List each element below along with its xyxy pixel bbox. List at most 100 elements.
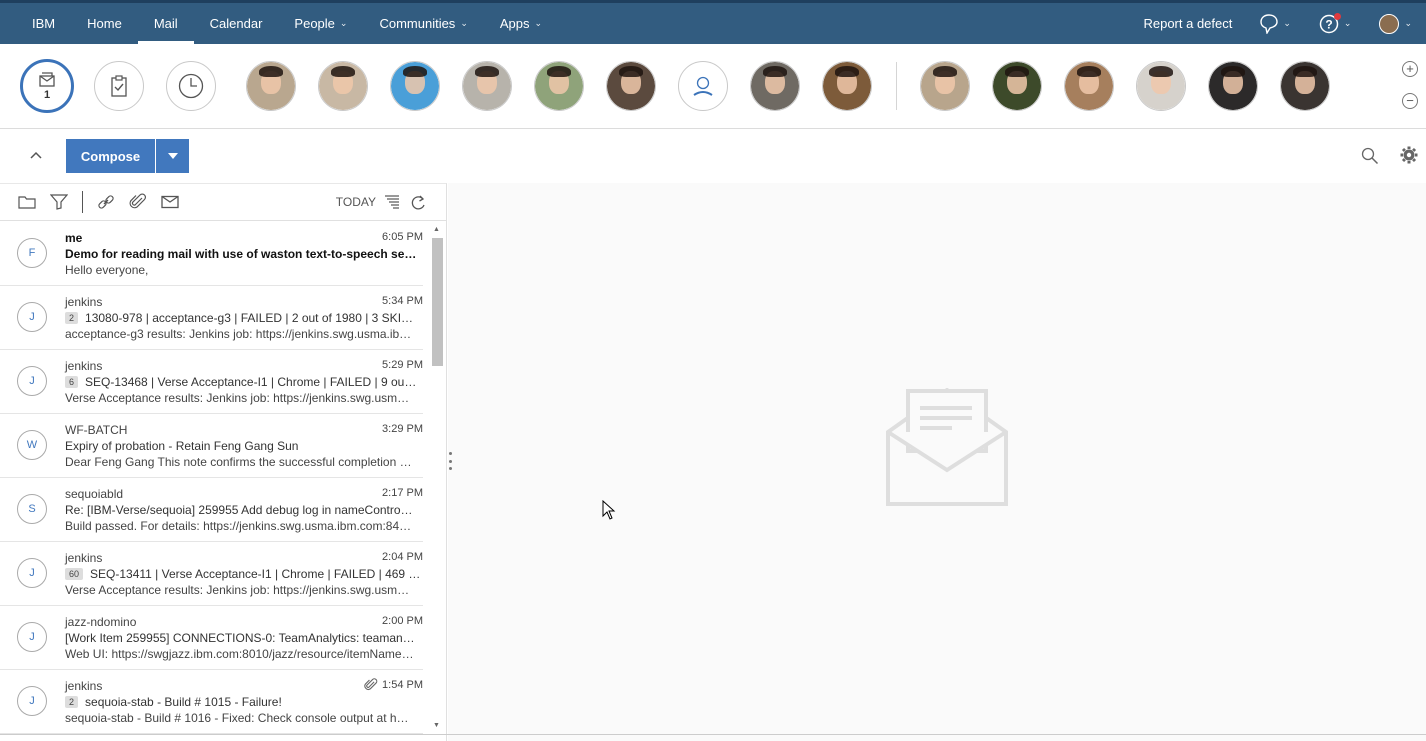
message-row[interactable]: Jjenkins 5:34 PM 2 13080-978 | acceptance-g…: [0, 286, 423, 350]
scroll-down-arrow[interactable]: ▼: [433, 722, 440, 729]
nav-item-label: People: [294, 16, 335, 31]
sender-avatar[interactable]: J: [17, 558, 47, 588]
unread-mail-button[interactable]: [161, 195, 179, 209]
nav-item-calendar[interactable]: Calendar: [194, 3, 279, 44]
nav-item-label: Home: [87, 16, 122, 31]
nav-item-apps[interactable]: Apps ⌄: [484, 3, 558, 44]
inbox-count: 1: [43, 89, 51, 101]
nav-items: IBM Home Mail Calendar People ⌄ Communities ⌄ Ap…: [16, 3, 558, 44]
nav-item-label: IBM: [32, 16, 56, 31]
nav-right: Report a defect ⌄ ? ⌄ ⌄: [1129, 3, 1426, 44]
chevron-down-icon: ⌄: [1343, 18, 1352, 28]
message-row[interactable]: Jjenkins 2:04 PM 60 SEQ-13411 | Verse Accep…: [0, 542, 423, 606]
nav-item-ibm[interactable]: IBM: [16, 3, 71, 44]
clock-icon: [178, 73, 204, 99]
sender-name: WF-BATCH: [65, 423, 128, 437]
subject-text: 13080-978 | acceptance-g3 | FAILED | 2 o…: [85, 311, 414, 325]
tasks-bubble[interactable]: [94, 61, 144, 111]
scrollbar-thumb[interactable]: [432, 238, 443, 366]
avatar-photo: [319, 62, 367, 110]
message-subject: Re: [IBM-Verse/sequoia] 259955 Add debug…: [65, 503, 421, 517]
sender-avatar[interactable]: J: [17, 686, 47, 716]
contact-placeholder-avatar[interactable]: [678, 61, 728, 111]
contact-avatar[interactable]: [992, 61, 1042, 111]
sender-name: jenkins: [65, 679, 103, 693]
contact-avatar[interactable]: [1280, 61, 1330, 111]
message-row[interactable]: Jjenkins 1:54 PM 2 sequoia-stab - Build # 1…: [0, 670, 423, 734]
clipboard-check-icon: [111, 75, 127, 97]
message-row[interactable]: Fme 6:05 PM Demo for reading mail with use…: [0, 222, 423, 286]
avatar-photo: [607, 62, 655, 110]
sender-name: jazz-ndomino: [65, 615, 137, 629]
user-menu-button[interactable]: ⌄: [1365, 3, 1426, 44]
chat-menu-button[interactable]: ⌄: [1246, 3, 1305, 44]
contact-avatar[interactable]: [1064, 61, 1114, 111]
nav-item-people[interactable]: People ⌄: [278, 3, 363, 44]
settings-button[interactable]: [1400, 146, 1418, 169]
message-subject: Expiry of probation - Retain Feng Gang S…: [65, 439, 421, 453]
chevron-up-icon: [30, 151, 42, 159]
pane-splitter-handle[interactable]: [449, 452, 452, 470]
report-defect-link[interactable]: Report a defect: [1129, 3, 1246, 44]
nav-item-mail[interactable]: Mail: [137, 3, 194, 44]
sender-avatar[interactable]: F: [17, 238, 47, 268]
contact-avatar[interactable]: [534, 61, 584, 111]
search-button[interactable]: [1361, 147, 1379, 170]
compose-button[interactable]: Compose: [66, 139, 155, 173]
inbox-bubble[interactable]: 1: [20, 59, 74, 113]
notification-dot: [1334, 13, 1342, 20]
links-button[interactable]: [97, 193, 115, 211]
contact-avatar[interactable]: [920, 61, 970, 111]
scroll-up-arrow[interactable]: ▲: [433, 226, 440, 233]
contact-avatar[interactable]: [606, 61, 656, 111]
contact-avatar[interactable]: [318, 61, 368, 111]
contact-avatar[interactable]: [1136, 61, 1186, 111]
message-row[interactable]: Jjazz-ndomino 2:00 PM [Work Item 259955] C…: [0, 606, 423, 670]
people-bar-divider: [896, 62, 897, 110]
contact-avatar[interactable]: [462, 61, 512, 111]
contact-avatar[interactable]: [246, 61, 296, 111]
empty-mail-icon: [886, 387, 1008, 511]
nav-item-communities[interactable]: Communities ⌄: [363, 3, 483, 44]
sender-name: sequoiabld: [65, 487, 124, 501]
sender-avatar[interactable]: J: [17, 302, 47, 332]
sender-avatar[interactable]: J: [17, 622, 47, 652]
message-time: 2:17 PM: [382, 487, 423, 499]
sender-name: jenkins: [65, 359, 103, 373]
sender-avatar[interactable]: J: [17, 366, 47, 396]
nav-item-home[interactable]: Home: [71, 3, 138, 44]
sort-button[interactable]: [384, 195, 400, 214]
envelope-stack-icon: [39, 72, 55, 87]
sender-avatar[interactable]: W: [17, 430, 47, 460]
message-row[interactable]: W WF-BATCH 3:29 PM Expiry of probation - Re…: [0, 414, 423, 478]
waiting-for-bubble[interactable]: [166, 61, 216, 111]
zoom-in-button[interactable]: +: [1402, 61, 1418, 77]
message-row[interactable]: Jjenkins 5:29 PM 6 SEQ-13468 | Verse Accept…: [0, 350, 423, 414]
zoom-out-button[interactable]: −: [1402, 93, 1418, 109]
contact-avatar[interactable]: [750, 61, 800, 111]
subject-text: Expiry of probation - Retain Feng Gang S…: [65, 439, 299, 453]
message-subject: 6 SEQ-13468 | Verse Acceptance-I1 | Chrom…: [65, 375, 421, 389]
compose-dropdown-button[interactable]: [155, 139, 189, 173]
caret-down-icon: [167, 153, 178, 159]
contact-avatar[interactable]: [822, 61, 872, 111]
paperclip-icon: [129, 193, 147, 209]
contact-avatar[interactable]: [390, 61, 440, 111]
contact-avatar[interactable]: [1208, 61, 1258, 111]
sender-avatar[interactable]: S: [17, 494, 47, 524]
collapse-button[interactable]: [30, 146, 42, 162]
help-menu-button[interactable]: ? ⌄: [1305, 3, 1366, 44]
subject-text: sequoia-stab - Build # 1015 - Failure!: [85, 695, 282, 709]
person-icon: [693, 76, 713, 96]
thread-count-badge: 2: [65, 696, 79, 708]
subject-text: Demo for reading mail with use of waston…: [65, 247, 421, 261]
refresh-button[interactable]: [410, 194, 426, 217]
gear-icon: [1400, 146, 1418, 164]
folder-button[interactable]: [18, 195, 36, 209]
subject-text: SEQ-13411 | Verse Acceptance-I1 | Chrome…: [90, 567, 421, 581]
message-time: 6:05 PM: [382, 231, 423, 243]
message-subject: 2 sequoia-stab - Build # 1015 - Failure!: [65, 695, 421, 709]
attachments-button[interactable]: [129, 193, 147, 211]
filter-button[interactable]: [50, 194, 68, 210]
message-row[interactable]: Ssequoiabld 2:17 PM Re: [IBM-Verse/sequoia…: [0, 478, 423, 542]
